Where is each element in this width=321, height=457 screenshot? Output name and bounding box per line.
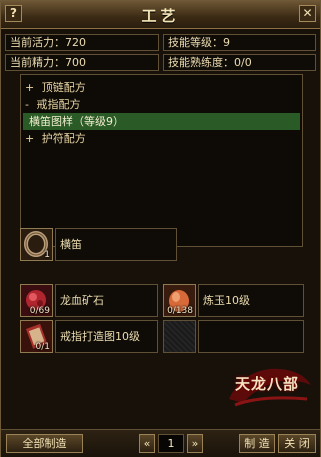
expand-toggle[interactable]: +	[25, 132, 34, 145]
tree-category-necklace[interactable]: + 顶链配方	[25, 79, 86, 96]
material-name	[198, 320, 304, 353]
material-slot-empty[interactable]	[163, 320, 196, 353]
window-title: 工艺	[141, 7, 180, 25]
material-name: 戒指打造图10级	[55, 320, 158, 353]
category-label: 护符配方	[41, 132, 86, 145]
tree-category-amulet[interactable]: + 护符配方	[25, 130, 86, 147]
item-count: 0/69	[29, 306, 50, 316]
tree-recipe-selected[interactable]: 横笛图样（等级9）	[23, 113, 300, 130]
item-count: 1	[44, 250, 50, 260]
expand-toggle[interactable]: +	[25, 81, 34, 94]
item-count: 0/1	[35, 342, 50, 352]
title-bar[interactable]: ? 工艺 ✕	[1, 1, 320, 29]
prev-arrow-icon[interactable]: «	[139, 434, 155, 453]
craft-window: ? 工艺 ✕ 当前活力：720 技能等级：9 当前精力：700 技能熟练度：0/…	[0, 0, 321, 457]
category-label: 戒指配方	[36, 98, 81, 111]
product-name: 横笛	[55, 228, 177, 261]
material-slot[interactable]: 0/69	[20, 284, 53, 317]
game-logo: 天龙八部	[221, 359, 317, 411]
recipe-tree: + 顶链配方 - 戒指配方 横笛图样（等级9） + 护符配方	[20, 74, 303, 247]
logo-text: 天龙八部	[235, 375, 300, 393]
skill-level-stat: 技能等级：9	[163, 34, 316, 51]
material-name: 炼玉10级	[198, 284, 304, 317]
next-arrow-icon[interactable]: »	[187, 434, 203, 453]
category-label: 顶链配方	[41, 81, 86, 94]
energy-stat: 当前精力：700	[5, 54, 159, 71]
item-count: 0/138	[167, 306, 193, 316]
craft-button[interactable]: 制 造	[239, 434, 275, 453]
tree-category-ring[interactable]: - 戒指配方	[25, 96, 80, 113]
close-button[interactable]: 关 闭	[278, 434, 316, 453]
material-name: 龙血矿石	[55, 284, 158, 317]
proficiency-stat: 技能熟练度：0/0	[163, 54, 316, 71]
craft-all-button[interactable]: 全部制造	[6, 434, 83, 453]
material-slot[interactable]: 0/1	[20, 320, 53, 353]
quantity-input[interactable]: 1	[158, 434, 184, 453]
vitality-stat: 当前活力：720	[5, 34, 159, 51]
recipe-label: 横笛图样（等级9）	[29, 115, 124, 128]
product-slot[interactable]: 1	[20, 228, 53, 261]
material-slot[interactable]: 0/138	[163, 284, 196, 317]
collapse-toggle[interactable]: -	[25, 98, 29, 111]
close-icon[interactable]: ✕	[299, 5, 316, 22]
bottom-bar: 全部制造 « 1 » 制 造 关 闭	[1, 429, 320, 457]
